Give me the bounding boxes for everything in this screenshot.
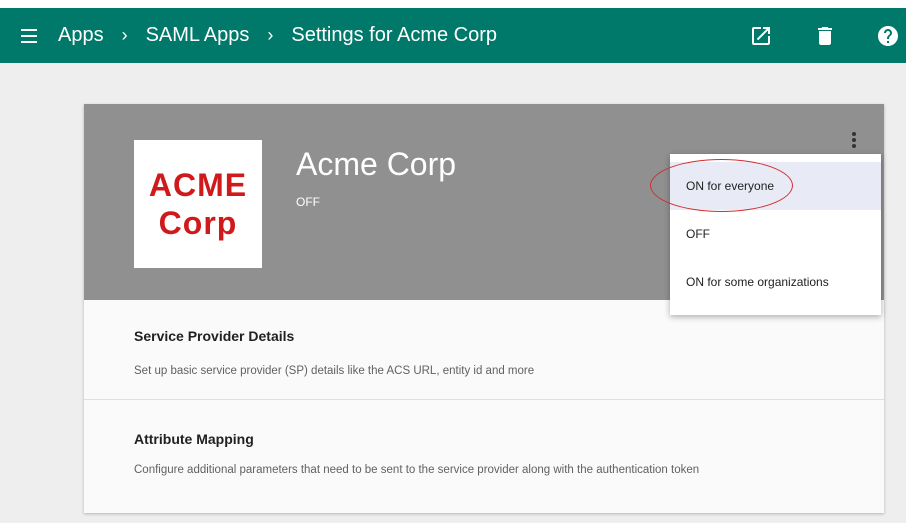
delete-icon[interactable] [813,24,837,48]
breadcrumb-saml-apps[interactable]: SAML Apps [146,24,250,47]
top-strip [0,0,906,8]
more-vert-icon[interactable] [846,132,862,150]
open-in-new-icon[interactable] [749,24,773,48]
service-provider-details-section[interactable]: Service Provider Details Set up basic se… [84,300,884,400]
section-description: Set up basic service provider (SP) detai… [134,365,535,377]
breadcrumb: Apps › SAML Apps › Settings for Acme Cor… [58,8,497,63]
breadcrumb-separator: › [121,25,128,45]
logo-text-line1: ACME [148,167,248,203]
help-icon[interactable] [876,24,900,48]
logo-text-line2: Corp [158,205,238,241]
breadcrumb-apps[interactable]: Apps [58,24,104,47]
breadcrumb-current-page: Settings for Acme Corp [291,24,498,46]
section-description: Configure additional parameters that nee… [134,464,700,476]
app-logo: ACME Corp [134,140,262,268]
app-bar: Apps › SAML Apps › Settings for Acme Cor… [0,8,906,63]
attribute-mapping-section[interactable]: Attribute Mapping Configure additional p… [84,400,884,513]
app-title: Acme Corp [296,146,457,182]
breadcrumb-separator: › [267,25,274,45]
section-title: Attribute Mapping [134,431,254,447]
menu-item-on-for-everyone[interactable]: ON for everyone [670,162,881,210]
menu-item-on-for-some-organizations[interactable]: ON for some organizations [670,258,881,306]
section-title: Service Provider Details [134,328,295,344]
app-status-label: OFF [296,195,320,209]
service-status-menu: ON for everyone OFF ON for some organiza… [670,154,881,315]
menu-item-off[interactable]: OFF [670,210,881,258]
menu-icon[interactable] [20,27,40,45]
